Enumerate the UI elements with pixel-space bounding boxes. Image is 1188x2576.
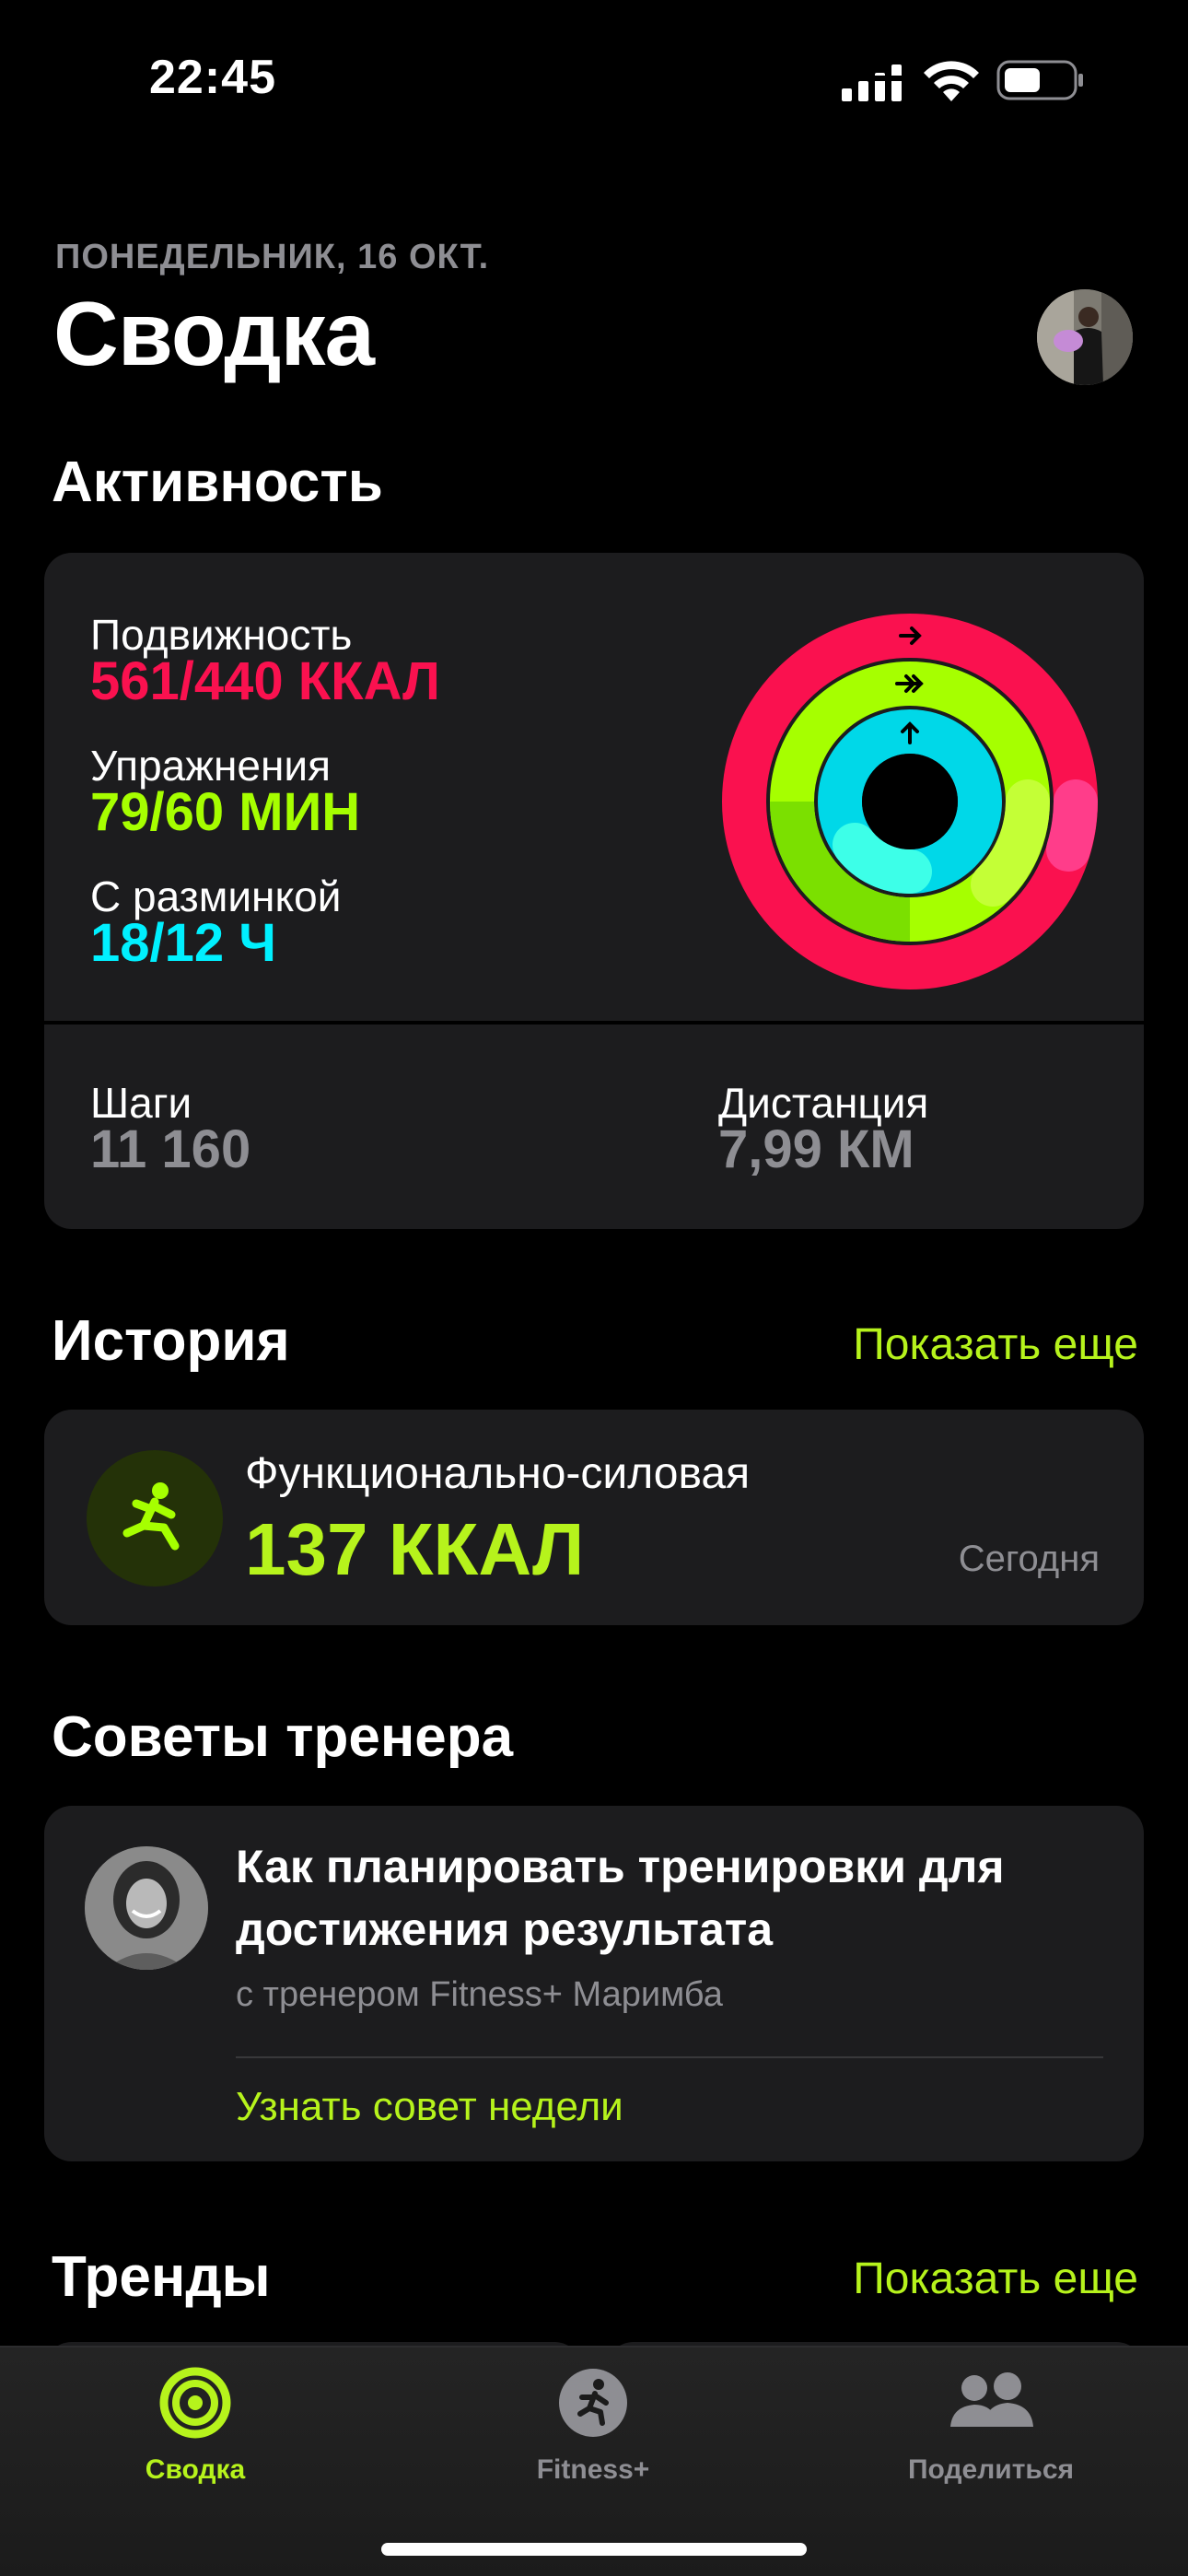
history-show-more-link[interactable]: Показать еще <box>853 1319 1138 1370</box>
tip-subtitle: с тренером Fitness+ Маримба <box>236 1975 723 2014</box>
move-value: 561/440 ККАЛ <box>90 651 440 711</box>
status-time: 22:45 <box>149 51 276 104</box>
tab-fitness-plus[interactable]: Fitness+ <box>455 2366 731 2504</box>
tab-sharing[interactable]: Поделиться <box>853 2366 1129 2504</box>
activity-rings-icon <box>159 2367 231 2439</box>
tab-summary[interactable]: Сводка <box>57 2366 333 2504</box>
people-icon <box>950 2372 1033 2427</box>
card-divider <box>44 1021 1144 1025</box>
trainer-tips-heading: Советы тренера <box>52 1705 514 1769</box>
weekly-tip-link[interactable]: Узнать совет недели <box>236 2084 623 2130</box>
page-title: Сводка <box>53 283 375 384</box>
tab-summary-label: Сводка <box>145 2454 246 2485</box>
trends-show-more-link[interactable]: Показать еще <box>853 2254 1138 2304</box>
workout-date: Сегодня <box>958 1539 1100 1579</box>
stand-value: 18/12 Ч <box>90 913 277 973</box>
workout-name: Функционально-силовая <box>245 1449 751 1498</box>
tab-sharing-label: Поделиться <box>907 2454 1075 2485</box>
workout-kcal: 137 ККАЛ <box>245 1508 585 1590</box>
cellular-signal-icon <box>840 64 906 101</box>
functional-strength-icon <box>87 1450 223 1587</box>
tip-title: Как планировать тренировки для достижени… <box>236 1841 1005 1955</box>
battery-icon <box>996 60 1083 100</box>
trainer-tip-card[interactable]: Как планировать тренировки для достижени… <box>44 1806 1144 2161</box>
activity-rings <box>722 614 1098 989</box>
date-label: ПОНЕДЕЛЬНИК, 16 ОКТ. <box>55 238 490 276</box>
runner-icon <box>559 2369 627 2437</box>
profile-avatar[interactable] <box>1037 289 1133 385</box>
steps-value: 11 160 <box>90 1119 251 1179</box>
trainer-photo <box>85 1846 208 1970</box>
tab-fitness-plus-label: Fitness+ <box>536 2454 650 2485</box>
wifi-icon <box>924 61 979 101</box>
status-bar: 22:45 <box>0 0 1188 157</box>
tip-divider <box>236 2056 1103 2058</box>
exercise-value: 79/60 МИН <box>90 782 361 842</box>
trends-heading: Тренды <box>52 2245 271 2309</box>
activity-card[interactable]: Подвижность 561/440 ККАЛ Упражнения 79/6… <box>44 553 1144 1229</box>
workout-card[interactable]: Функционально-силовая 137 ККАЛ Сегодня <box>44 1410 1144 1625</box>
tab-bar: Сводка Fitness+ Поделиться <box>0 2346 1188 2576</box>
history-heading: История <box>52 1309 290 1373</box>
activity-heading: Активность <box>52 451 383 514</box>
distance-value: 7,99 КМ <box>718 1119 914 1179</box>
home-indicator[interactable] <box>381 2543 807 2556</box>
